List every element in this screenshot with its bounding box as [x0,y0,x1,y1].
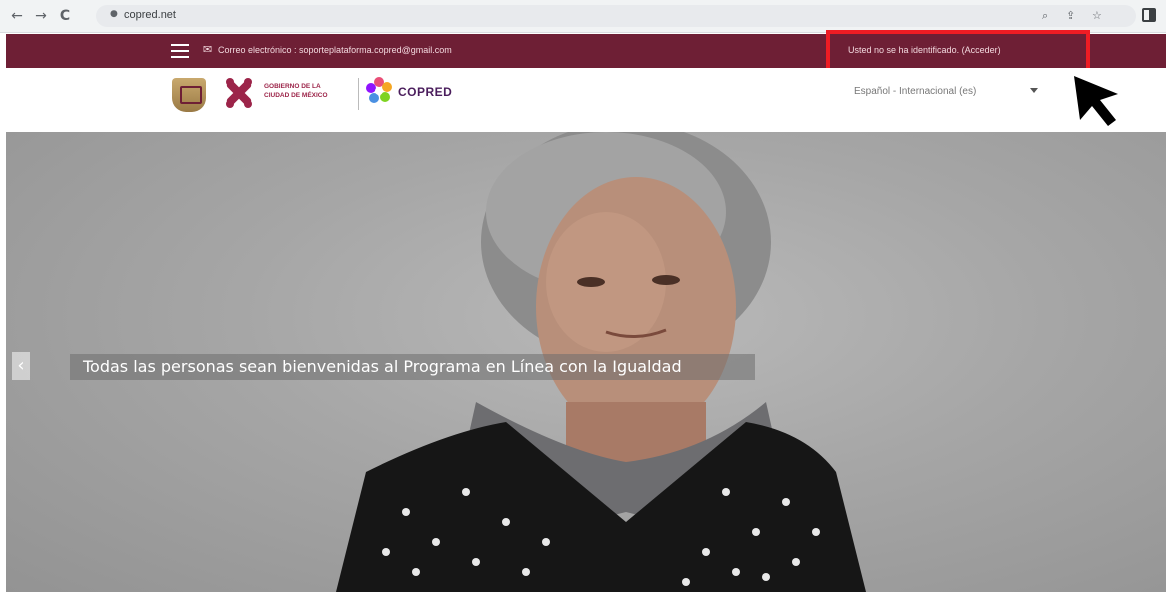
share-icon[interactable]: ⇪ [1066,9,1075,22]
forward-arrow-icon[interactable]: → [32,7,50,25]
mouse-pointer-icon [1074,76,1118,126]
slide-caption: Todas las personas sean bienvenidas al P… [70,354,755,380]
hero-slider: ‹ Todas las personas sean bienvenidas al… [6,132,1166,592]
site-header: GOBIERNO DE LA CIUDAD DE MÉXICO COPRED E… [6,68,1166,132]
copred-wordmark: COPRED [398,85,453,99]
zoom-icon[interactable]: ⌕ [1042,9,1048,23]
chevron-down-icon[interactable] [1030,88,1038,93]
cdmx-logo [226,78,252,108]
browser-toolbar: ← → C ● copred.net ⌕ ⇪ ☆ [0,0,1166,33]
hamburger-menu-icon[interactable] [171,44,189,58]
envelope-icon: ✉ [203,43,213,56]
copred-flower-logo [366,77,392,103]
language-selector[interactable]: Español - Internacional (es) [854,86,976,97]
bookmark-star-icon[interactable]: ☆ [1092,9,1102,22]
address-bar[interactable]: ● copred.net ⌕ ⇪ ☆ [96,5,1136,27]
lock-icon: ● [110,9,118,19]
mexico-shield-logo [172,78,206,112]
logo-divider [358,78,359,110]
back-arrow-icon[interactable]: ← [8,7,26,25]
slide-caption-text: Todas las personas sean bienvenidas al P… [83,357,682,376]
reload-icon[interactable]: C [56,7,74,25]
cdmx-wordmark: GOBIERNO DE LA CIUDAD DE MÉXICO [264,82,328,100]
cdmx-line-1: GOBIERNO DE LA [264,83,321,90]
contact-email-text[interactable]: Correo electrónico : soporteplataforma.c… [218,45,452,55]
url-text[interactable]: copred.net [124,9,176,21]
slider-prev-button[interactable]: ‹ [12,352,30,380]
sidebar-toggle-icon[interactable] [1142,8,1156,22]
cdmx-line-2: CIUDAD DE MÉXICO [264,92,328,99]
